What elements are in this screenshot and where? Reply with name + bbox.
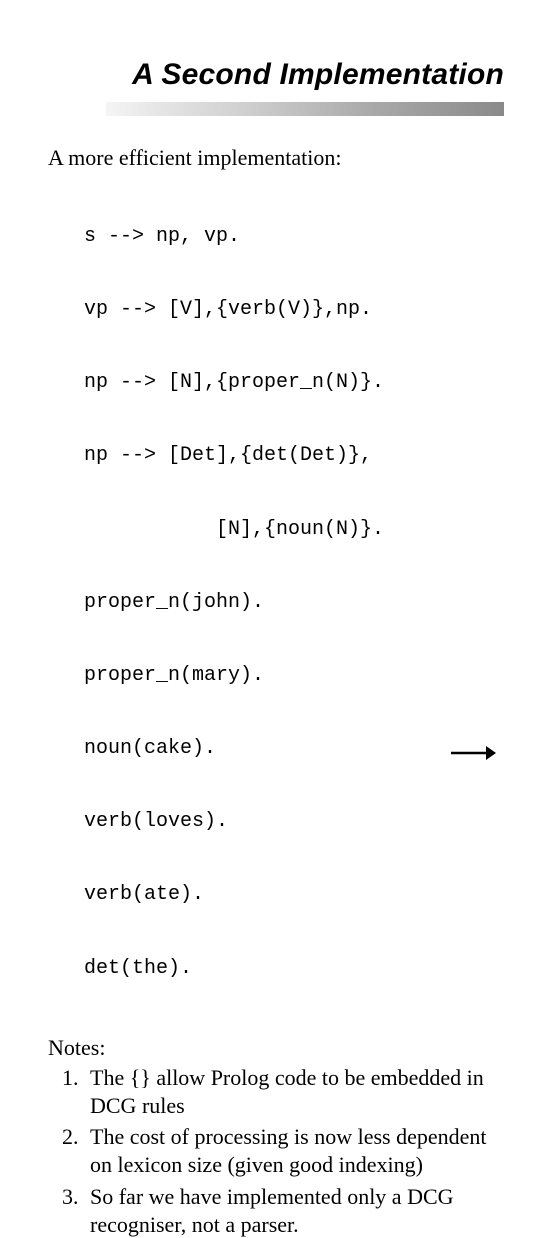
page-title: A Second Implementation [36, 58, 504, 92]
code-line: [N],{noun(N)}. [84, 518, 492, 542]
code-line: verb(ate). [84, 883, 492, 907]
title-underline [106, 102, 504, 116]
list-item: The cost of processing is now less depen… [84, 1123, 492, 1178]
notes-list: The {} allow Prolog code to be embedded … [48, 1064, 492, 1238]
code-line: vp --> [V],{verb(V)},np. [84, 298, 492, 322]
next-arrow-icon [450, 744, 496, 762]
slide-page: A Second Implementation A more efficient… [0, 0, 540, 780]
slide-body: A more efficient implementation: s --> n… [0, 116, 540, 1238]
code-block: s --> np, vp. vp --> [V],{verb(V)},np. n… [84, 176, 492, 1030]
code-line: proper_n(mary). [84, 664, 492, 688]
code-line: np --> [Det],{det(Det)}, [84, 444, 492, 468]
title-block: A Second Implementation [0, 0, 540, 116]
list-item: So far we have implemented only a DCG re… [84, 1183, 492, 1238]
code-line: verb(loves). [84, 810, 492, 834]
intro-text: A more efficient implementation: [48, 144, 492, 172]
code-line: det(the). [84, 957, 492, 981]
code-line: s --> np, vp. [84, 225, 492, 249]
list-item: The {} allow Prolog code to be embedded … [84, 1064, 492, 1119]
code-line: np --> [N],{proper_n(N)}. [84, 371, 492, 395]
code-line: proper_n(john). [84, 591, 492, 615]
notes-label: Notes: [48, 1034, 492, 1062]
code-line: noun(cake). [84, 737, 492, 761]
